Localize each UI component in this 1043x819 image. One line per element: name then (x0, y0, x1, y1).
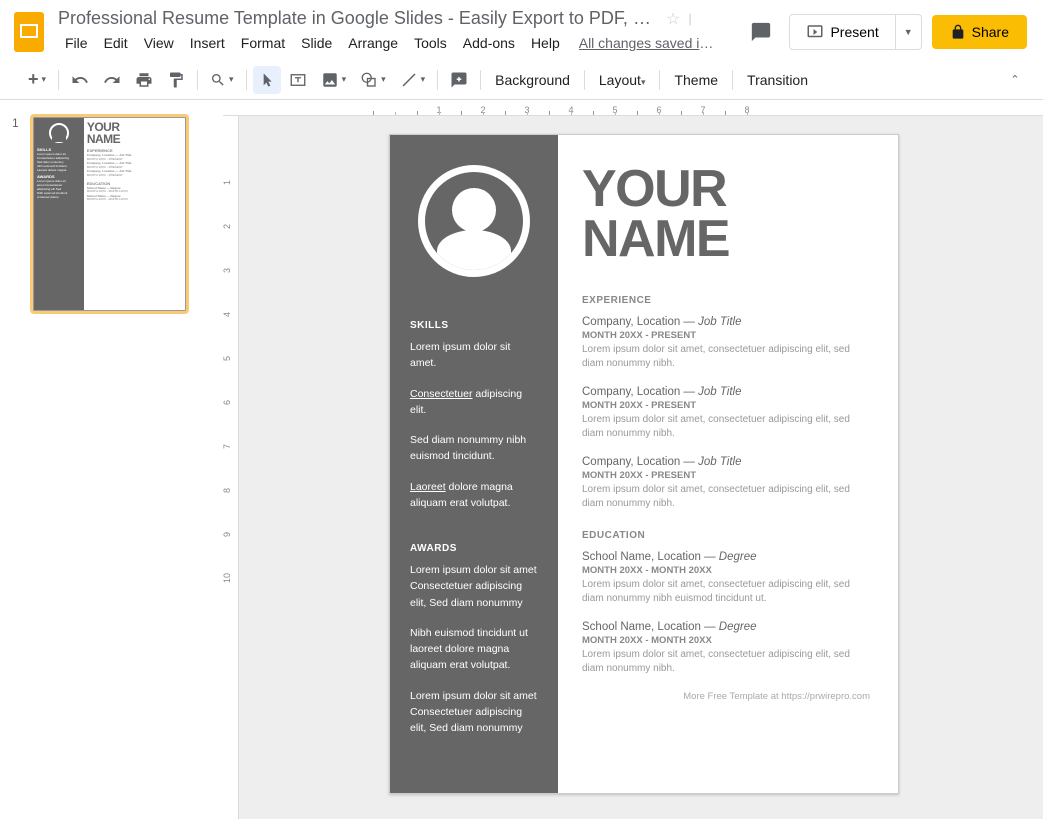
menu-addons[interactable]: Add-ons (456, 31, 522, 55)
main-area: 1 SKILLS Lorem ipsum dolor sitConsectetu… (0, 100, 1043, 819)
comments-button[interactable] (743, 14, 779, 50)
experience-entry-title: Company, Location — Job Title (582, 456, 870, 468)
skill-item: Laoreet dolore magna aliquam erat volutp… (410, 479, 538, 512)
save-status[interactable]: All changes saved in ... (579, 35, 719, 51)
experience-entry-period: MONTH 20XX - PRESENT (582, 400, 870, 411)
new-slide-button[interactable]: +▾ (22, 63, 52, 96)
slide-canvas[interactable]: SKILLS Lorem ipsum dolor sit amet. Conse… (389, 134, 899, 794)
education-entry-period: MONTH 20XX - MONTH 20XX (582, 635, 870, 646)
present-dropdown[interactable]: ▼ (896, 14, 922, 50)
vertical-ruler: 12345678910 (223, 116, 239, 819)
experience-entry-period: MONTH 20XX - PRESENT (582, 330, 870, 341)
paint-roller-icon (167, 71, 185, 89)
slide-thumbnail-1[interactable]: SKILLS Lorem ipsum dolor sitConsectetuer… (30, 114, 189, 314)
comment-tool[interactable] (444, 65, 474, 95)
redo-button[interactable] (97, 65, 127, 95)
experience-entry-period: MONTH 20XX - PRESENT (582, 470, 870, 481)
canvas-area: 12345678 12345678910 SKILLS Lorem ipsum … (223, 100, 1043, 819)
skill-item: Sed diam nonummy nibh euismod tincidunt. (410, 432, 538, 465)
image-tool[interactable]: ▾ (315, 65, 353, 95)
print-button[interactable] (129, 65, 159, 95)
textbox-tool[interactable] (283, 65, 313, 95)
add-comment-icon (450, 71, 468, 89)
menu-edit[interactable]: Edit (97, 31, 135, 55)
undo-button[interactable] (65, 65, 95, 95)
print-icon (135, 71, 153, 89)
horizontal-ruler: 12345678 (223, 100, 1043, 116)
divider: | (688, 11, 691, 26)
education-entry-period: MONTH 20XX - MONTH 20XX (582, 565, 870, 576)
shape-icon (360, 71, 378, 89)
document-title[interactable]: Professional Resume Template in Google S… (58, 8, 658, 29)
skills-heading: SKILLS (410, 320, 538, 331)
award-item: Lorem ipsum dolor sit amet Consectetuer … (410, 562, 538, 611)
star-icon[interactable]: ☆ (666, 9, 680, 29)
app-header: Professional Resume Template in Google S… (0, 0, 1043, 56)
redo-icon (103, 71, 121, 89)
menu-bar: File Edit View Insert Format Slide Arran… (58, 31, 743, 55)
menu-arrange[interactable]: Arrange (341, 31, 405, 55)
education-heading: EDUCATION (582, 530, 870, 541)
collapse-toolbar[interactable]: ⌃ (1003, 67, 1027, 92)
experience-entry-body: Lorem ipsum dolor sit amet, consectetuer… (582, 413, 870, 442)
menu-insert[interactable]: Insert (183, 31, 232, 55)
experience-entry-title: Company, Location — Job Title (582, 316, 870, 328)
transition-button[interactable]: Transition (739, 66, 816, 94)
skill-item: Lorem ipsum dolor sit amet. (410, 339, 538, 372)
experience-entry-body: Lorem ipsum dolor sit amet, consectetuer… (582, 483, 870, 512)
education-entry-title: School Name, Location — Degree (582, 551, 870, 563)
menu-format[interactable]: Format (234, 31, 292, 55)
resume-name: YOURNAME (582, 165, 870, 265)
layout-button[interactable]: Layout▾ (591, 66, 654, 94)
slide-number: 1 (12, 116, 19, 130)
present-button[interactable]: Present (789, 14, 895, 50)
background-button[interactable]: Background (487, 66, 578, 94)
menu-file[interactable]: File (58, 31, 95, 55)
shape-tool[interactable]: ▾ (354, 65, 392, 95)
skill-item: Consectetuer adipiscing elit. (410, 386, 538, 419)
image-icon (321, 71, 339, 89)
experience-entry-body: Lorem ipsum dolor sit amet, consectetuer… (582, 343, 870, 372)
menu-slide[interactable]: Slide (294, 31, 339, 55)
awards-heading: AWARDS (410, 543, 538, 554)
lock-icon (950, 24, 966, 40)
award-item: Lorem ipsum dolor sit amet Consectetuer … (410, 688, 538, 737)
education-entry-body: Lorem ipsum dolor sit amet, consectetuer… (582, 578, 870, 607)
menu-help[interactable]: Help (524, 31, 567, 55)
cursor-icon (259, 72, 275, 88)
theme-button[interactable]: Theme (666, 66, 726, 94)
chevron-down-icon: ▼ (904, 27, 913, 37)
resume-sidebar: SKILLS Lorem ipsum dolor sit amet. Conse… (390, 135, 558, 793)
textbox-icon (289, 71, 307, 89)
resume-main: YOURNAME EXPERIENCE Company, Location — … (558, 135, 898, 793)
zoom-icon (210, 72, 226, 88)
experience-heading: EXPERIENCE (582, 295, 870, 306)
menu-tools[interactable]: Tools (407, 31, 454, 55)
paint-format-button[interactable] (161, 65, 191, 95)
education-entry-title: School Name, Location — Degree (582, 621, 870, 633)
menu-view[interactable]: View (137, 31, 181, 55)
share-button[interactable]: Share (932, 15, 1027, 49)
footer-link: More Free Template at https://prwirepro.… (582, 691, 870, 702)
slides-logo[interactable] (10, 8, 48, 56)
zoom-button[interactable]: ▾ (204, 66, 240, 94)
toolbar: +▾ ▾ ▾ ▾ ▾ Background Layout▾ Theme Tran… (0, 60, 1043, 100)
present-icon (806, 23, 824, 41)
line-tool[interactable]: ▾ (394, 65, 432, 95)
undo-icon (71, 71, 89, 89)
chevron-up-icon: ⌃ (1010, 73, 1019, 86)
line-icon (400, 71, 418, 89)
canvas-scroll[interactable]: SKILLS Lorem ipsum dolor sit amet. Conse… (239, 116, 1043, 819)
avatar-placeholder (418, 165, 530, 277)
select-tool[interactable] (253, 66, 281, 94)
education-entry-body: Lorem ipsum dolor sit amet, consectetuer… (582, 648, 870, 677)
title-area: Professional Resume Template in Google S… (58, 8, 743, 55)
experience-entry-title: Company, Location — Job Title (582, 386, 870, 398)
filmstrip: 1 SKILLS Lorem ipsum dolor sitConsectetu… (0, 100, 218, 819)
award-item: Nibh euismod tincidunt ut laoreet dolore… (410, 625, 538, 674)
